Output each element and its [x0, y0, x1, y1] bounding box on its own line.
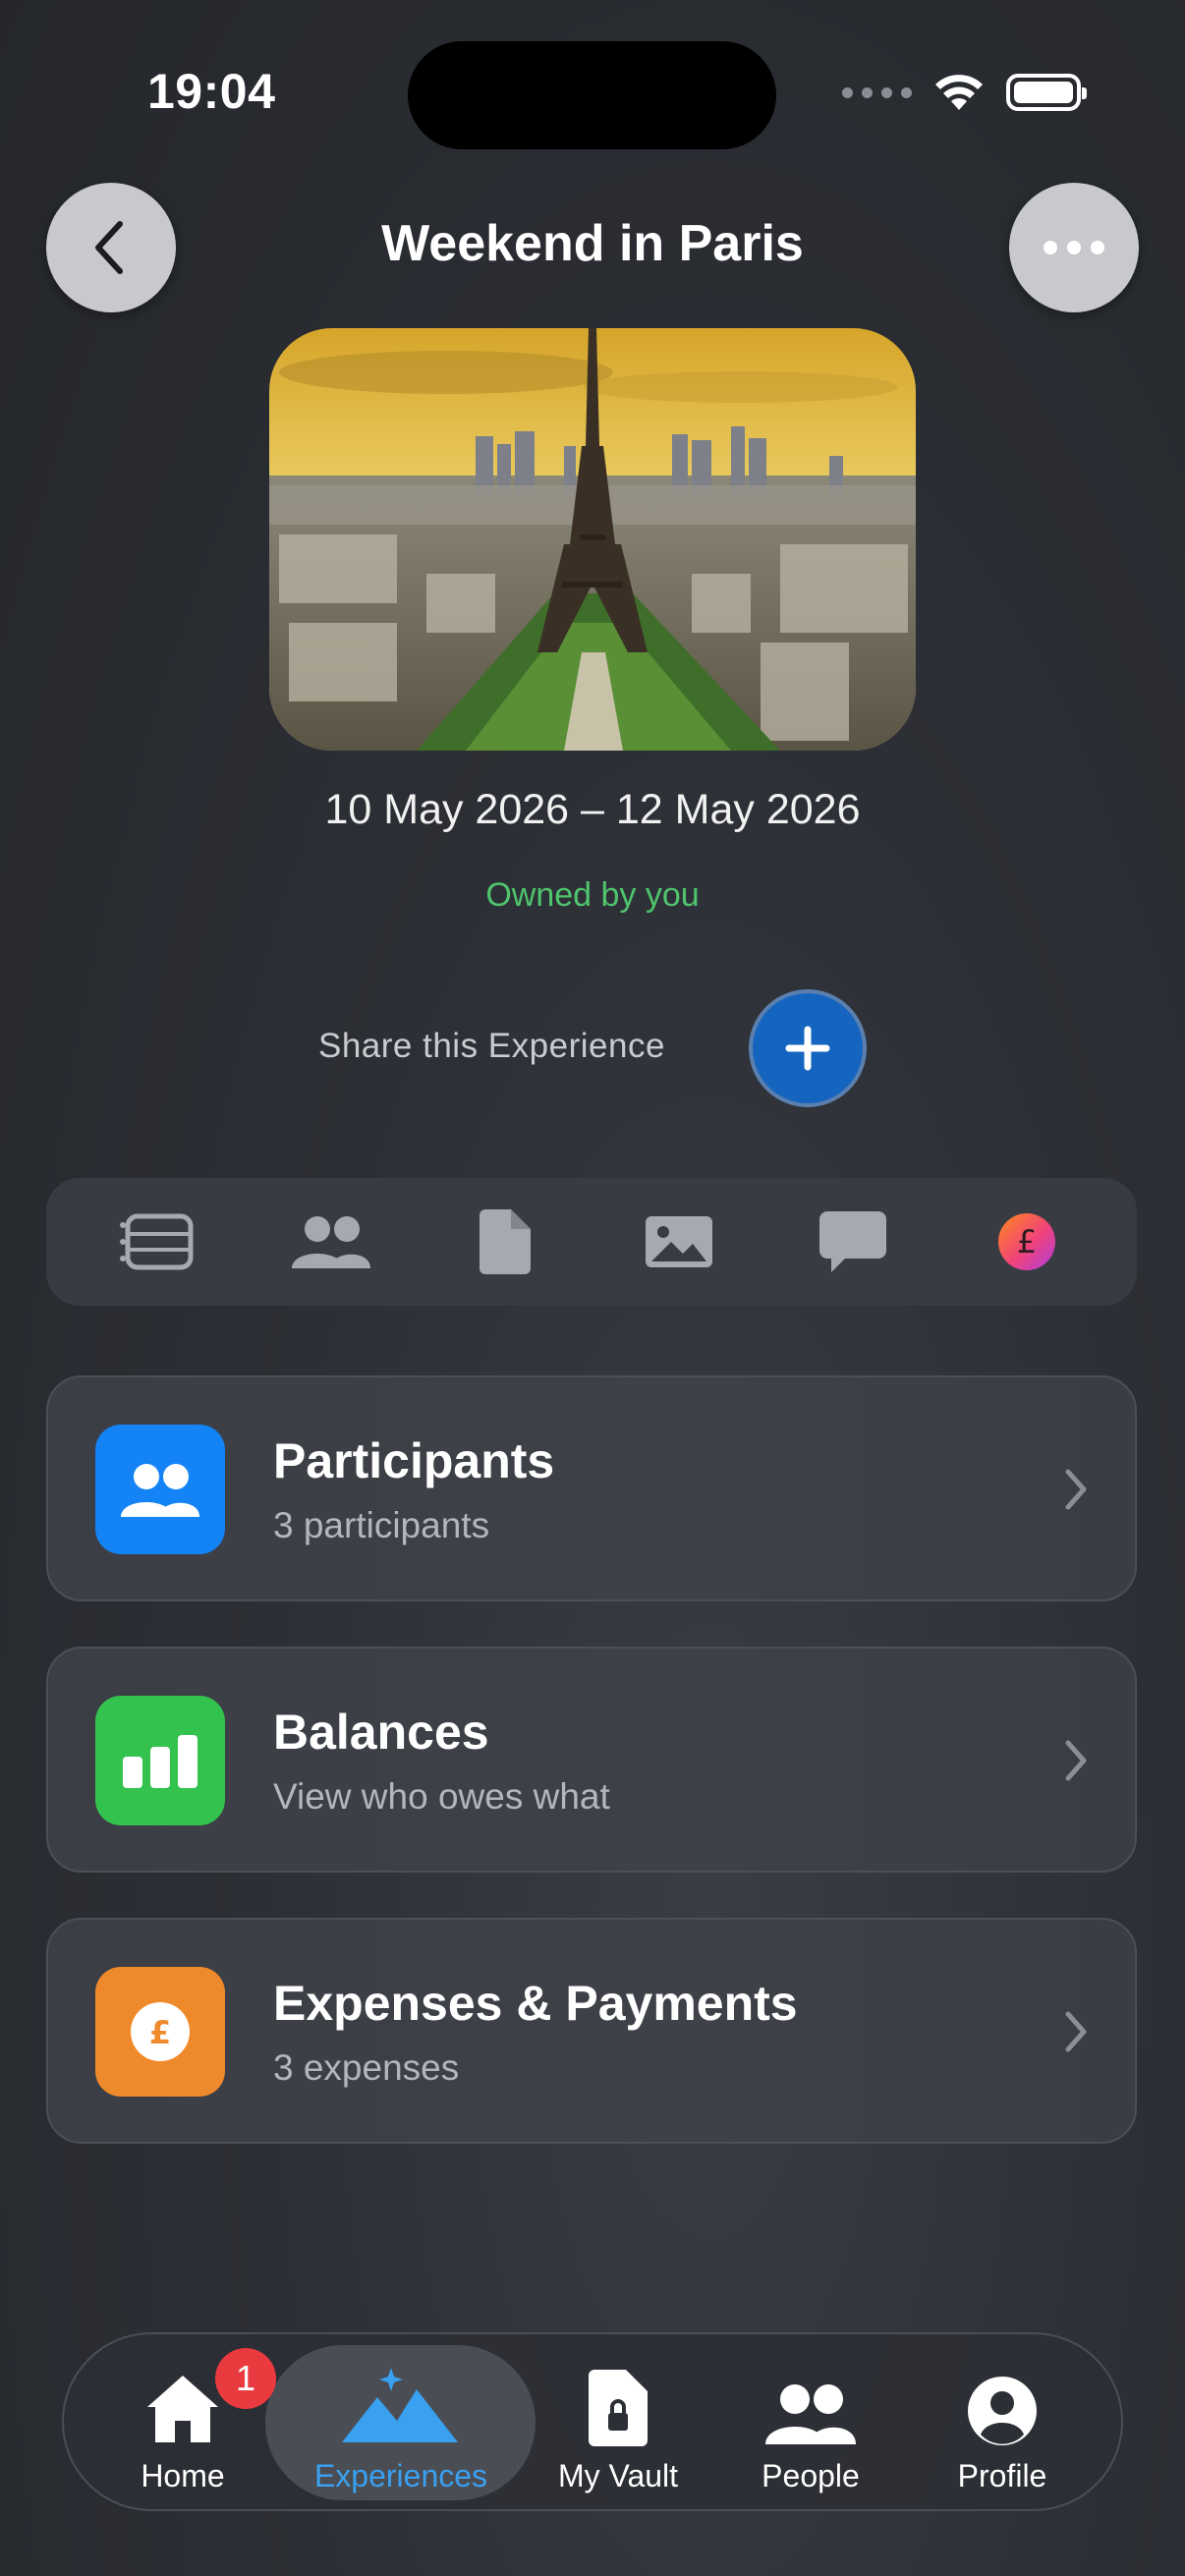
ellipsis-icon — [1044, 241, 1104, 254]
svg-text:£: £ — [149, 2014, 171, 2051]
status-time: 19:04 — [147, 64, 276, 119]
tab-itinerary[interactable] — [108, 1193, 206, 1291]
chat-icon — [818, 1211, 886, 1272]
expenses-payments-card[interactable]: £ Expenses & Payments 3 expenses — [46, 1918, 1137, 2144]
share-button[interactable] — [749, 989, 867, 1107]
participants-title: Participants — [273, 1433, 555, 1488]
balances-title: Balances — [273, 1705, 489, 1760]
mountains-icon — [342, 2368, 458, 2442]
nav-experiences-label: Experiences — [313, 2458, 488, 2493]
vault-icon — [589, 2370, 648, 2446]
bar-chart-icon — [123, 1735, 198, 1788]
experience-dates: 10 May 2026 – 12 May 2026 — [324, 786, 861, 833]
expenses-title: Expenses & Payments — [273, 1976, 798, 2031]
nav-people[interactable]: People — [712, 2358, 909, 2494]
tab-chat[interactable] — [804, 1193, 902, 1291]
profile-icon — [968, 2377, 1037, 2445]
tab-participants[interactable] — [282, 1193, 380, 1291]
ownership-label: Owned by you — [485, 876, 700, 914]
chevron-right-icon — [1065, 1469, 1087, 1510]
photo-icon — [645, 1216, 712, 1267]
document-icon — [479, 1209, 531, 1274]
participants-card[interactable]: Participants 3 participants — [46, 1375, 1137, 1601]
chevron-right-icon — [1065, 2011, 1087, 2052]
status-icons — [842, 73, 1087, 112]
page-title: Weekend in Paris — [381, 215, 804, 272]
pound-icon: £ — [131, 2002, 190, 2061]
wifi-icon — [935, 75, 983, 110]
nav-home-label: Home — [141, 2458, 225, 2493]
balances-card-icon — [95, 1696, 225, 1825]
nav-my-vault-label: My Vault — [557, 2458, 679, 2493]
nav-people-label: People — [762, 2458, 860, 2493]
signal-dots-icon — [842, 86, 912, 98]
nav-profile[interactable]: Profile — [904, 2358, 1100, 2494]
battery-icon — [1006, 74, 1087, 111]
nav-my-vault[interactable]: My Vault — [520, 2358, 716, 2494]
balances-subtitle: View who owes what — [273, 1776, 610, 1817]
people-icon — [765, 2384, 856, 2444]
nav-experiences[interactable]: Experiences — [303, 2358, 499, 2494]
participants-subtitle: 3 participants — [273, 1505, 490, 1545]
nav-profile-label: Profile — [957, 2458, 1047, 2493]
dynamic-island — [408, 41, 776, 149]
plus-icon — [785, 1026, 830, 1071]
share-label: Share this Experience — [318, 1027, 665, 1065]
pound-icon: £ — [997, 1213, 1055, 1270]
notification-badge: 1 — [215, 2348, 276, 2409]
tab-expenses[interactable]: £ — [978, 1193, 1076, 1291]
svg-text:£: £ — [1016, 1223, 1036, 1260]
experience-cover-image — [269, 328, 916, 751]
expenses-subtitle: 3 expenses — [273, 2047, 460, 2088]
tab-photos[interactable] — [630, 1193, 728, 1291]
list-icon — [119, 1213, 193, 1270]
tab-documents[interactable] — [456, 1193, 554, 1291]
more-options-button[interactable] — [1009, 183, 1139, 312]
expenses-card-icon: £ — [95, 1967, 225, 2097]
section-tab-strip: £ — [46, 1178, 1137, 1306]
people-icon — [121, 1464, 199, 1517]
balances-card[interactable]: Balances View who owes what — [46, 1647, 1137, 1873]
people-icon — [291, 1216, 370, 1268]
participants-card-icon — [95, 1425, 225, 1554]
chevron-right-icon — [1065, 1740, 1087, 1781]
home-icon — [147, 2376, 218, 2442]
